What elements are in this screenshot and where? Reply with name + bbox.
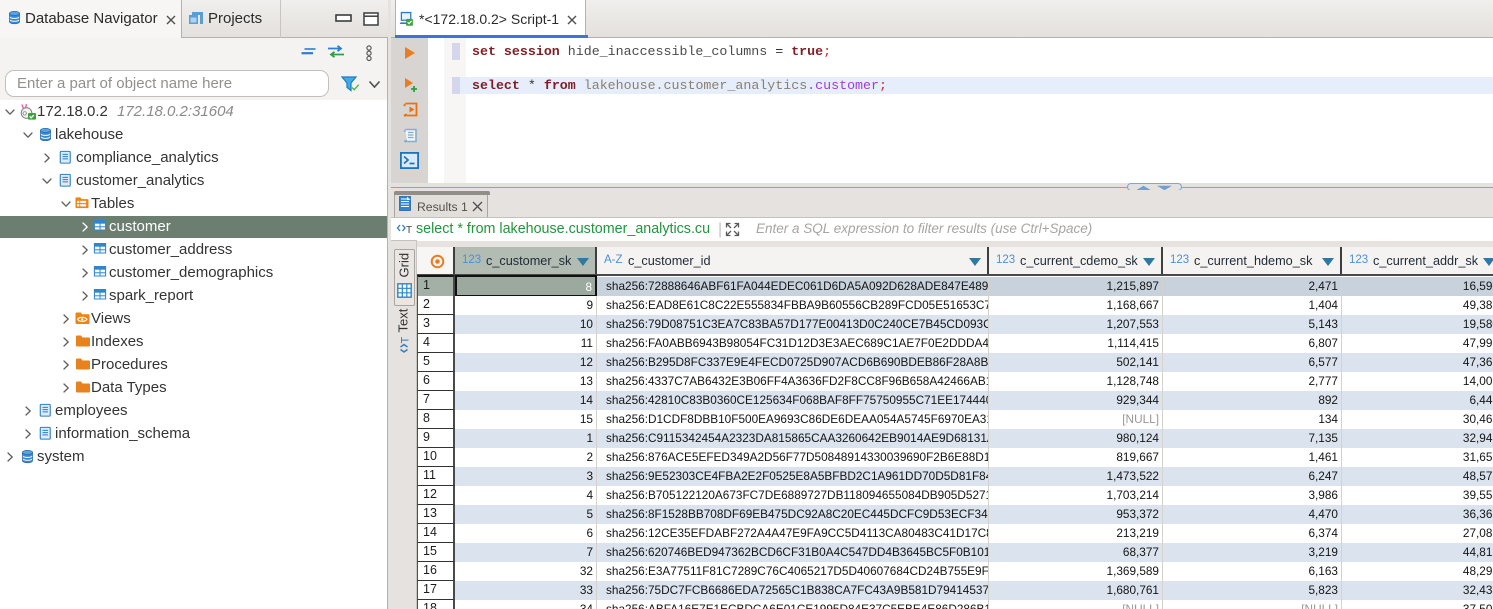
svg-text:T: T [400,337,412,344]
svg-text:T: T [406,225,412,236]
